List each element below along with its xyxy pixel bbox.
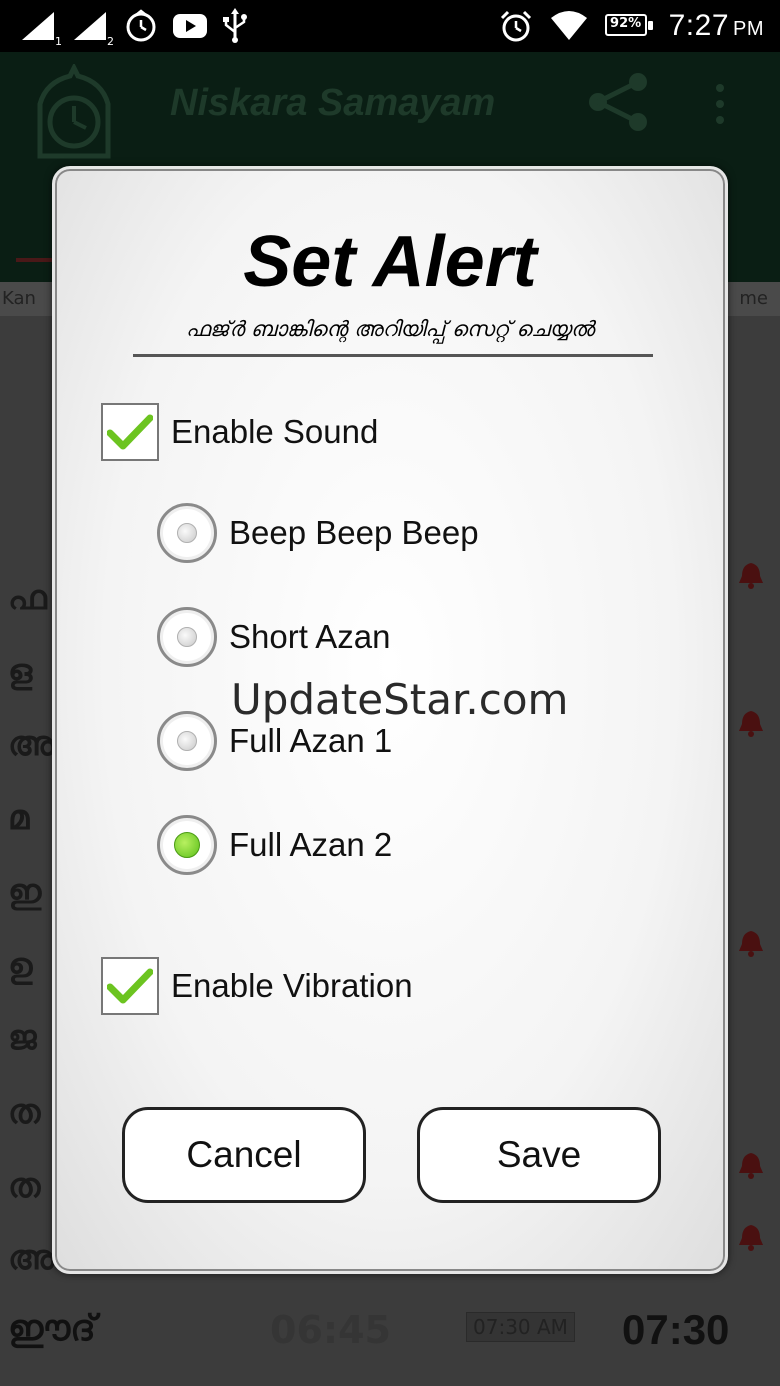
row-name-glyph: ഫ: [8, 578, 47, 618]
sound-option-beep[interactable]: Beep Beep Beep: [157, 503, 479, 563]
enable-vibration-checkbox[interactable]: [101, 957, 159, 1015]
checkmark-icon: [107, 968, 153, 1004]
row-name-glyph: ത: [8, 1092, 41, 1132]
row-name-glyph: ത: [8, 1166, 41, 1206]
radio-button[interactable]: [157, 503, 217, 563]
radio-button[interactable]: [157, 711, 217, 771]
enable-sound-checkbox[interactable]: [101, 403, 159, 461]
prayer-row-eid: ഈദ് 06:45 07:30 AM 07:30: [0, 1296, 780, 1366]
alarm-icon: [499, 9, 533, 43]
sound-option-label: Full Azan 1: [229, 722, 393, 759]
dialog-subtitle: ഫജ്ർ ബാങ്കിന്റെ അറിയിപ്പ് സെറ്റ് ചെയ്യൽ: [185, 317, 595, 341]
prayer-time-faded: 06:45: [270, 1308, 391, 1352]
app-notification-icon: [124, 9, 158, 43]
battery-icon: 92%: [604, 14, 653, 38]
cancel-button[interactable]: Cancel: [122, 1107, 366, 1203]
row-name-glyph: അ: [8, 1238, 55, 1278]
save-button[interactable]: Save: [417, 1107, 661, 1203]
subheader-right-text: me: [739, 288, 768, 309]
bell-icon[interactable]: [736, 928, 766, 958]
prayer-name: ഈദ്: [8, 1308, 96, 1349]
row-name-glyph: ള: [8, 652, 33, 692]
clock-time: 7:27: [668, 9, 729, 42]
row-name-glyph: ജ: [8, 1018, 37, 1058]
divider: [133, 354, 653, 357]
watermark: UpdateStar.com: [231, 675, 569, 724]
status-bar: 1 2 92% 7:27 PM: [0, 0, 780, 52]
youtube-icon: [172, 12, 208, 40]
clock-ampm: PM: [733, 18, 764, 40]
radio-button-selected[interactable]: [157, 815, 217, 875]
prayer-time: 07:30: [622, 1306, 730, 1353]
dialog-title: Set Alert: [243, 222, 537, 302]
signal-sim1-icon: 1: [20, 10, 62, 48]
sound-option-label: Beep Beep Beep: [229, 514, 479, 551]
sound-option-label: Short Azan: [229, 618, 391, 655]
status-clock: 7:27 PM: [669, 9, 764, 43]
app-title: Niskara Samayam: [170, 82, 496, 124]
subheader-left-text: Kan: [2, 288, 36, 309]
sim2-label: 2: [107, 35, 114, 48]
bell-icon[interactable]: [736, 1222, 766, 1252]
prayer-time-boxed: 07:30 AM: [466, 1312, 575, 1342]
active-tab-indicator: [16, 258, 54, 262]
checkmark-icon: [107, 414, 153, 450]
sim1-label: 1: [55, 35, 62, 48]
enable-sound-row[interactable]: Enable Sound: [101, 403, 378, 461]
enable-vibration-label: Enable Vibration: [171, 967, 413, 1004]
signal-sim2-icon: 2: [72, 10, 114, 48]
share-icon[interactable]: [584, 72, 654, 132]
row-name-glyph: ഇ: [8, 872, 42, 912]
row-name-glyph: മ: [8, 798, 30, 838]
sound-option-label: Full Azan 2: [229, 826, 393, 863]
row-name-glyph: അ: [8, 724, 55, 764]
enable-sound-label: Enable Sound: [171, 413, 379, 450]
enable-vibration-row[interactable]: Enable Vibration: [101, 957, 413, 1015]
mosque-clock-logo-icon: [24, 62, 124, 164]
row-name-glyph: ഉ: [8, 946, 33, 986]
sound-option-full-azan-2[interactable]: Full Azan 2: [157, 815, 392, 875]
radio-button[interactable]: [157, 607, 217, 667]
usb-icon: [222, 8, 248, 44]
wifi-icon: [549, 10, 589, 42]
set-alert-dialog: Set Alert ഫജ്ർ ബാങ്കിന്റെ അറിയിപ്പ് സെറ്…: [52, 166, 728, 1274]
bell-icon[interactable]: [736, 708, 766, 738]
bell-icon[interactable]: [736, 560, 766, 590]
bell-icon[interactable]: [736, 1150, 766, 1180]
battery-level: 92%: [610, 16, 642, 31]
overflow-menu-icon[interactable]: [708, 80, 732, 130]
sound-option-short-azan[interactable]: Short Azan: [157, 607, 390, 667]
